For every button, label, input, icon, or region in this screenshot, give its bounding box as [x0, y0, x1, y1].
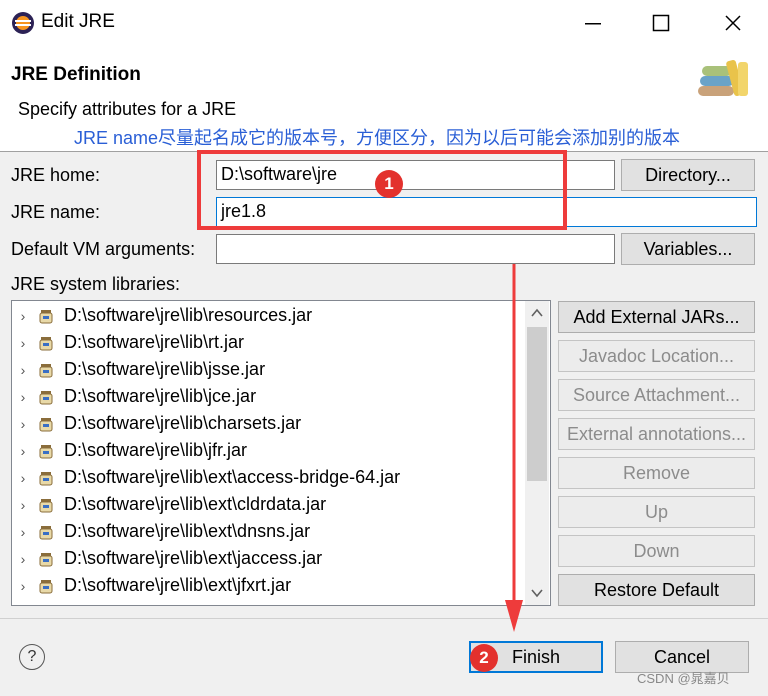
- library-path: D:\software\jre\lib\charsets.jar: [64, 413, 302, 433]
- window-title: Edit JRE: [41, 11, 115, 32]
- directory-button[interactable]: Directory...: [621, 159, 755, 191]
- libraries-label: JRE system libraries:: [11, 274, 181, 294]
- expand-chevron-icon[interactable]: ›: [12, 497, 34, 513]
- annotation-note: JRE name尽量起名成它的版本号，方便区分，因为以后可能会添加别的版本: [74, 128, 681, 148]
- vm-args-label: Default VM arguments:: [11, 239, 196, 259]
- javadoc-location-button[interactable]: Javadoc Location...: [558, 340, 755, 372]
- library-path: D:\software\jre\lib\rt.jar: [64, 332, 245, 352]
- expand-chevron-icon[interactable]: ›: [12, 578, 34, 594]
- maximize-button[interactable]: [626, 0, 696, 46]
- jar-icon: [39, 309, 53, 323]
- step-1-marker: 1: [375, 170, 403, 198]
- library-path: D:\software\jre\lib\ext\cldrdata.jar: [64, 494, 327, 514]
- jar-icon: [39, 444, 53, 458]
- library-row[interactable]: › D:\software\jre\lib\jfr.jar: [12, 437, 526, 464]
- annotation-arrow: [505, 264, 523, 632]
- remove-button[interactable]: Remove: [558, 457, 755, 489]
- library-row[interactable]: › D:\software\jre\lib\ext\jaccess.jar: [12, 545, 526, 572]
- expand-chevron-icon[interactable]: ›: [12, 551, 34, 567]
- jar-icon: [39, 390, 53, 404]
- header-description: Specify attributes for a JRE: [18, 99, 237, 119]
- jar-icon: [39, 552, 53, 566]
- external-annotations-button[interactable]: External annotations...: [558, 418, 755, 450]
- close-icon: [725, 15, 741, 31]
- variables-button[interactable]: Variables...: [621, 233, 755, 265]
- jre-home-label: JRE home:: [11, 165, 101, 185]
- expand-chevron-icon[interactable]: ›: [12, 470, 34, 486]
- up-button[interactable]: Up: [558, 496, 755, 528]
- down-button[interactable]: Down: [558, 535, 755, 567]
- eclipse-icon: [11, 11, 35, 35]
- library-row[interactable]: › D:\software\jre\lib\jce.jar: [12, 383, 526, 410]
- expand-chevron-icon[interactable]: ›: [12, 524, 34, 540]
- minimize-button[interactable]: [558, 0, 628, 46]
- jar-icon: [39, 579, 53, 593]
- step-2-marker: 2: [470, 644, 498, 672]
- library-row-partial[interactable]: [12, 599, 526, 605]
- library-row[interactable]: › D:\software\jre\lib\ext\access-bridge-6…: [12, 464, 526, 491]
- jar-icon: [39, 363, 53, 377]
- library-row[interactable]: › D:\software\jre\lib\rt.jar: [12, 329, 526, 356]
- library-row[interactable]: › D:\software\jre\lib\resources.jar: [12, 302, 526, 329]
- expand-chevron-icon[interactable]: ›: [12, 308, 34, 324]
- library-row[interactable]: › D:\software\jre\lib\ext\jfxrt.jar: [12, 572, 526, 599]
- expand-chevron-icon[interactable]: ›: [12, 389, 34, 405]
- library-path: D:\software\jre\lib\ext\dnsns.jar: [64, 521, 311, 541]
- restore-default-button[interactable]: Restore Default: [558, 574, 755, 606]
- library-row[interactable]: › D:\software\jre\lib\charsets.jar: [12, 410, 526, 437]
- expand-chevron-icon[interactable]: ›: [12, 416, 34, 432]
- library-row[interactable]: › D:\software\jre\lib\ext\dnsns.jar: [12, 518, 526, 545]
- help-icon[interactable]: ?: [19, 644, 45, 670]
- close-button[interactable]: [698, 0, 768, 46]
- library-path: D:\software\jre\lib\jfr.jar: [64, 440, 248, 460]
- minimize-icon: [585, 23, 601, 25]
- add-external-jars-button[interactable]: Add External JARs...: [558, 301, 755, 333]
- library-path: D:\software\jre\lib\ext\jaccess.jar: [64, 548, 323, 568]
- library-row[interactable]: › D:\software\jre\lib\jsse.jar: [12, 356, 526, 383]
- library-path: D:\software\jre\lib\jce.jar: [64, 386, 257, 406]
- scrollbar-thumb[interactable]: [527, 327, 547, 481]
- expand-chevron-icon[interactable]: ›: [12, 443, 34, 459]
- vm-args-input[interactable]: [216, 234, 615, 264]
- scroll-down-icon[interactable]: [528, 585, 546, 606]
- library-path: D:\software\jre\lib\jsse.jar: [64, 359, 266, 379]
- watermark: CSDN @晁嘉贝: [637, 671, 730, 686]
- jar-icon: [39, 417, 53, 431]
- jar-icon: [39, 471, 53, 485]
- jar-icon: [39, 525, 53, 539]
- jre-name-label: JRE name:: [11, 202, 101, 222]
- scroll-up-icon[interactable]: [528, 305, 546, 326]
- library-row[interactable]: › D:\software\jre\lib\ext\cldrdata.jar: [12, 491, 526, 518]
- header-title: JRE Definition: [11, 64, 141, 85]
- maximize-icon: [652, 14, 670, 32]
- source-attachment-button[interactable]: Source Attachment...: [558, 379, 755, 411]
- library-path: D:\software\jre\lib\resources.jar: [64, 305, 313, 325]
- jar-icon: [39, 498, 53, 512]
- jar-icon: [39, 336, 53, 350]
- library-path: D:\software\jre\lib\ext\jfxrt.jar: [64, 575, 292, 595]
- libraries-tree[interactable]: › D:\software\jre\lib\resources.jar › D:\so…: [11, 300, 551, 606]
- expand-chevron-icon[interactable]: ›: [12, 335, 34, 351]
- library-path: D:\software\jre\lib\ext\access-bridge-64…: [64, 467, 401, 487]
- expand-chevron-icon[interactable]: ›: [12, 362, 34, 378]
- jre-library-icon: [694, 54, 754, 104]
